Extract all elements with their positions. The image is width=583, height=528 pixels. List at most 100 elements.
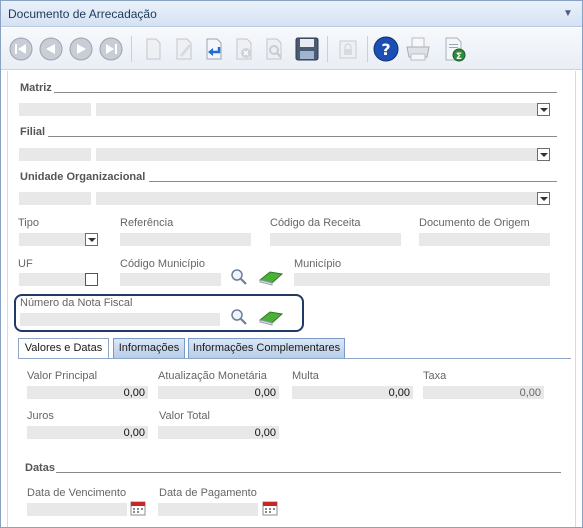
help-button[interactable]: ?	[372, 35, 400, 63]
section-title-matriz: Matriz	[20, 82, 52, 94]
uf-lookup-checkbox[interactable]	[85, 273, 98, 286]
previous-icon	[39, 37, 63, 61]
data-pagamento-field[interactable]	[158, 503, 258, 516]
excel-export-icon: Σ	[445, 37, 466, 62]
uf-label: UF	[18, 258, 33, 270]
next-icon	[69, 37, 93, 61]
floppy-disk-icon	[295, 37, 319, 61]
taxa-label: Taxa	[423, 370, 447, 382]
title-bar: Documento de Arrecadação ▼	[1, 1, 582, 27]
municipio-search-icon[interactable]	[230, 268, 248, 286]
atualizacao-monetaria-field[interactable]: 0,00	[158, 386, 279, 399]
atualizacao-monetaria-label: Atualização Monetária	[158, 370, 267, 382]
valor-total-field[interactable]: 0,00	[158, 426, 279, 439]
tipo-select[interactable]	[19, 233, 85, 246]
numero-nota-field[interactable]	[20, 313, 220, 326]
valor-principal-field[interactable]: 0,00	[27, 386, 148, 399]
collapse-chevron-icon[interactable]: ▼	[560, 6, 576, 22]
data-vencimento-calendar-icon[interactable]	[130, 500, 146, 516]
tab-panel-valores: Valor Principal 0,00 Atualização Monetár…	[18, 358, 571, 527]
codigo-receita-label: Código da Receita	[270, 217, 361, 229]
toolbar-separator	[131, 36, 132, 62]
section-title-datas: Datas	[25, 462, 55, 474]
juros-label: Juros	[27, 410, 54, 422]
documento-origem-label: Documento de Origem	[419, 217, 530, 229]
toolbar: ? Σ	[1, 28, 582, 70]
print-button[interactable]	[404, 35, 432, 63]
matriz-name-field[interactable]	[96, 103, 539, 116]
document-window: Documento de Arrecadação ▼ ? Σ Matriz Fi…	[0, 0, 583, 528]
pencil-icon	[176, 38, 192, 60]
previous-record-button[interactable]	[37, 35, 65, 63]
codigo-municipio-label: Código Município	[120, 258, 205, 270]
unidade-dropdown-button[interactable]	[537, 192, 550, 205]
window-title: Documento de Arrecadação	[8, 7, 157, 21]
uf-field[interactable]	[19, 273, 85, 286]
data-vencimento-label: Data de Vencimento	[27, 487, 127, 499]
municipio-eraser-icon[interactable]	[258, 268, 284, 286]
referencia-field[interactable]	[120, 233, 251, 246]
section-title-unidade: Unidade Organizacional	[20, 171, 146, 183]
new-document-icon	[146, 38, 161, 60]
valor-principal-label: Valor Principal	[27, 370, 98, 382]
skip-first-icon	[9, 37, 33, 61]
nota-eraser-icon[interactable]	[258, 308, 284, 326]
svg-text:?: ?	[381, 40, 390, 59]
printer-icon	[406, 37, 430, 61]
magnify-icon	[266, 38, 282, 60]
multa-field[interactable]: 0,00	[292, 386, 413, 399]
lock-button[interactable]	[334, 35, 362, 63]
codigo-municipio-field[interactable]	[120, 273, 221, 286]
delete-icon	[236, 38, 252, 60]
numero-nota-label: Número da Nota Fiscal	[20, 297, 133, 309]
matriz-code-field[interactable]	[19, 103, 91, 116]
form-content: Matriz Filial Unidade Organizacional Tip…	[7, 71, 576, 527]
data-vencimento-field[interactable]	[27, 503, 127, 516]
tab-valores-e-datas[interactable]: Valores e Datas	[18, 338, 109, 358]
next-record-button[interactable]	[67, 35, 95, 63]
undo-button[interactable]	[200, 35, 228, 63]
undo-icon	[206, 38, 222, 60]
section-divider	[149, 181, 557, 182]
taxa-field[interactable]: 0,00	[423, 386, 544, 399]
last-record-button[interactable]	[97, 35, 125, 63]
tab-informacoes-complementares[interactable]: Informações Complementares	[188, 338, 345, 358]
help-icon: ?	[373, 36, 399, 62]
search-button[interactable]	[260, 35, 288, 63]
toolbar-separator	[327, 36, 328, 62]
unidade-name-field[interactable]	[96, 192, 539, 205]
tipo-dropdown-button[interactable]	[85, 233, 98, 246]
municipio-field[interactable]	[294, 273, 550, 286]
section-divider	[54, 92, 557, 93]
matriz-dropdown-button[interactable]	[537, 103, 550, 116]
documento-origem-field[interactable]	[419, 233, 550, 246]
tab-informacoes[interactable]: Informações	[113, 338, 185, 358]
tipo-label: Tipo	[18, 217, 39, 229]
svg-text:Σ: Σ	[456, 52, 462, 62]
delete-button[interactable]	[230, 35, 258, 63]
edit-button[interactable]	[170, 35, 198, 63]
filial-name-field[interactable]	[96, 148, 539, 161]
data-pagamento-label: Data de Pagamento	[159, 487, 257, 499]
juros-field[interactable]: 0,00	[27, 426, 148, 439]
save-button[interactable]	[293, 35, 321, 63]
section-title-filial: Filial	[20, 126, 46, 138]
valor-total-label: Valor Total	[159, 410, 210, 422]
export-excel-button[interactable]: Σ	[441, 35, 469, 63]
nota-search-icon[interactable]	[230, 308, 248, 326]
filial-dropdown-button[interactable]	[537, 148, 550, 161]
filial-code-field[interactable]	[19, 148, 91, 161]
skip-last-icon	[99, 37, 123, 61]
new-document-button[interactable]	[139, 35, 167, 63]
municipio-label: Município	[294, 258, 342, 270]
multa-label: Multa	[292, 370, 319, 382]
data-pagamento-calendar-icon[interactable]	[262, 500, 278, 516]
section-divider	[56, 472, 561, 473]
section-divider	[48, 136, 557, 137]
unidade-code-field[interactable]	[19, 192, 91, 205]
referencia-label: Referência	[120, 217, 174, 229]
codigo-receita-field[interactable]	[270, 233, 401, 246]
lock-icon	[339, 40, 357, 59]
toolbar-separator	[367, 36, 368, 62]
first-record-button[interactable]	[7, 35, 35, 63]
